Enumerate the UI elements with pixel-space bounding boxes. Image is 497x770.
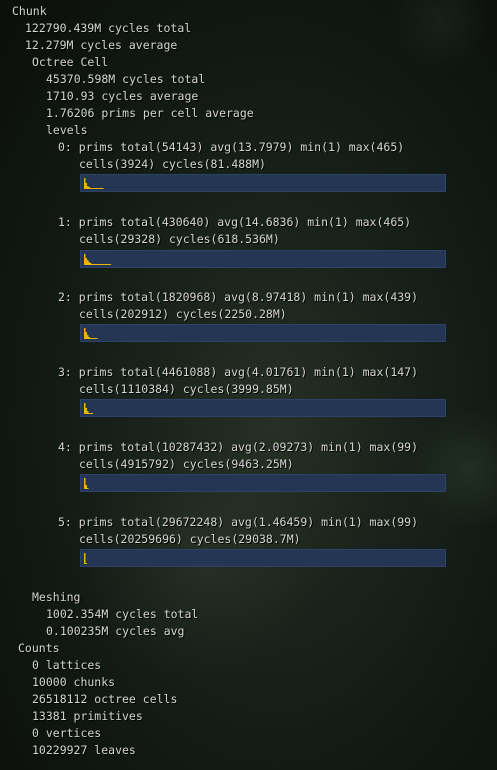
- histogram-bar: [90, 338, 92, 339]
- histogram-bar: [100, 264, 102, 265]
- histogram-bar: [85, 258, 87, 265]
- histogram-bar: [109, 264, 111, 265]
- count-octree-cells: 26518112 octree cells: [32, 692, 178, 706]
- octree-title: Octree Cell: [32, 55, 109, 69]
- histogram-bar: [91, 413, 93, 414]
- histogram-bar: [84, 328, 86, 339]
- histogram-bar: [97, 188, 99, 189]
- histogram-bar: [85, 485, 87, 489]
- count-chunks: 10000 chunks: [32, 675, 116, 689]
- histogram-bar: [96, 338, 98, 339]
- histogram-bar: [88, 337, 90, 339]
- level-0-cells: cells(3924) cycles(81.488M): [79, 157, 266, 171]
- chunk-title: Chunk: [12, 4, 47, 18]
- histogram-bar: [87, 260, 89, 265]
- histogram-bar: [106, 264, 108, 265]
- histogram-bar: [102, 264, 104, 265]
- histogram-bar: [87, 488, 89, 489]
- histogram-bar: [93, 264, 95, 265]
- histogram-bar: [93, 188, 95, 189]
- histogram-bar: [85, 183, 87, 189]
- histogram-bar: [103, 264, 105, 265]
- histogram-bar: [99, 264, 101, 265]
- histogram-bar: [88, 262, 90, 265]
- octree-cycles-average: 1710.93 cycles average: [46, 89, 199, 103]
- counts-title: Counts: [18, 641, 60, 655]
- histogram-bar: [90, 188, 92, 189]
- histogram-bar: [94, 188, 96, 189]
- level-3-histogram: [80, 399, 446, 417]
- histogram-bar: [84, 254, 86, 265]
- chunk-cycles-total: 122790.439M cycles total: [25, 21, 192, 35]
- level-1-cells: cells(29328) cycles(618.536M): [79, 232, 280, 246]
- histogram-bar: [84, 403, 86, 414]
- histogram-bar: [91, 264, 93, 265]
- histogram-bar: [96, 188, 98, 189]
- meshing-title: Meshing: [32, 590, 81, 604]
- level-4-cells: cells(4915792) cycles(9463.25M): [79, 457, 294, 471]
- histogram-bar: [96, 264, 98, 265]
- histogram-bar: [87, 335, 89, 339]
- level-0-histogram: [80, 174, 446, 192]
- histogram-bar: [105, 264, 107, 265]
- level-5-histogram: [80, 549, 446, 567]
- chunk-cycles-average: 12.279M cycles average: [25, 38, 178, 52]
- histogram-bar: [102, 188, 104, 189]
- histogram-bar: [84, 178, 86, 189]
- histogram-bar: [85, 563, 87, 564]
- histogram-bar: [91, 188, 93, 189]
- meshing-cycles-total: 1002.354M cycles total: [46, 607, 199, 621]
- histogram-bar: [84, 553, 86, 564]
- histogram-bar: [90, 263, 92, 265]
- histogram-bar: [97, 264, 99, 265]
- level-4-prims: 4: prims total(10287432) avg(2.09273) mi…: [58, 440, 419, 454]
- histogram-bar: [100, 188, 102, 189]
- histogram-bar: [91, 338, 93, 339]
- level-3-cells: cells(1110384) cycles(3999.85M): [79, 382, 294, 396]
- histogram-bar: [84, 478, 86, 489]
- count-leaves: 10229927 leaves: [32, 743, 136, 757]
- level-1-prims: 1: prims total(430640) avg(14.6836) min(…: [58, 215, 412, 229]
- level-0-prims: 0: prims total(54143) avg(13.7979) min(1…: [58, 140, 405, 154]
- histogram-bar: [87, 411, 89, 414]
- histogram-bar: [90, 413, 92, 414]
- level-5-prims: 5: prims total(29672248) avg(1.46459) mi…: [58, 515, 419, 529]
- level-4-histogram: [80, 474, 446, 492]
- histogram-bar: [88, 187, 90, 189]
- histogram-bar: [85, 408, 87, 414]
- histogram-bar: [88, 413, 90, 414]
- meshing-cycles-avg: 0.100235M cycles avg: [46, 624, 185, 638]
- octree-prims-per-cell: 1.76206 prims per cell average: [46, 106, 254, 120]
- histogram-bar: [94, 338, 96, 339]
- count-vertices: 0 vertices: [32, 726, 102, 740]
- level-2-prims: 2: prims total(1820968) avg(8.97418) min…: [58, 290, 419, 304]
- histogram-bar: [99, 188, 101, 189]
- histogram-bar: [94, 264, 96, 265]
- level-1-histogram: [80, 250, 446, 268]
- histogram-bar: [93, 338, 95, 339]
- level-2-cells: cells(202912) cycles(2250.28M): [79, 307, 287, 321]
- level-5-cells: cells(20259696) cycles(29038.7M): [79, 532, 301, 546]
- count-primitives: 13381 primitives: [32, 709, 143, 723]
- histogram-bar: [108, 264, 110, 265]
- octree-cycles-total: 45370.598M cycles total: [46, 72, 206, 86]
- count-lattices: 0 lattices: [32, 658, 102, 672]
- level-3-prims: 3: prims total(4461088) avg(4.01761) min…: [58, 365, 419, 379]
- histogram-bar: [87, 186, 89, 189]
- histogram-bar: [85, 332, 87, 339]
- level-2-histogram: [80, 324, 446, 342]
- levels-title: levels: [46, 123, 88, 137]
